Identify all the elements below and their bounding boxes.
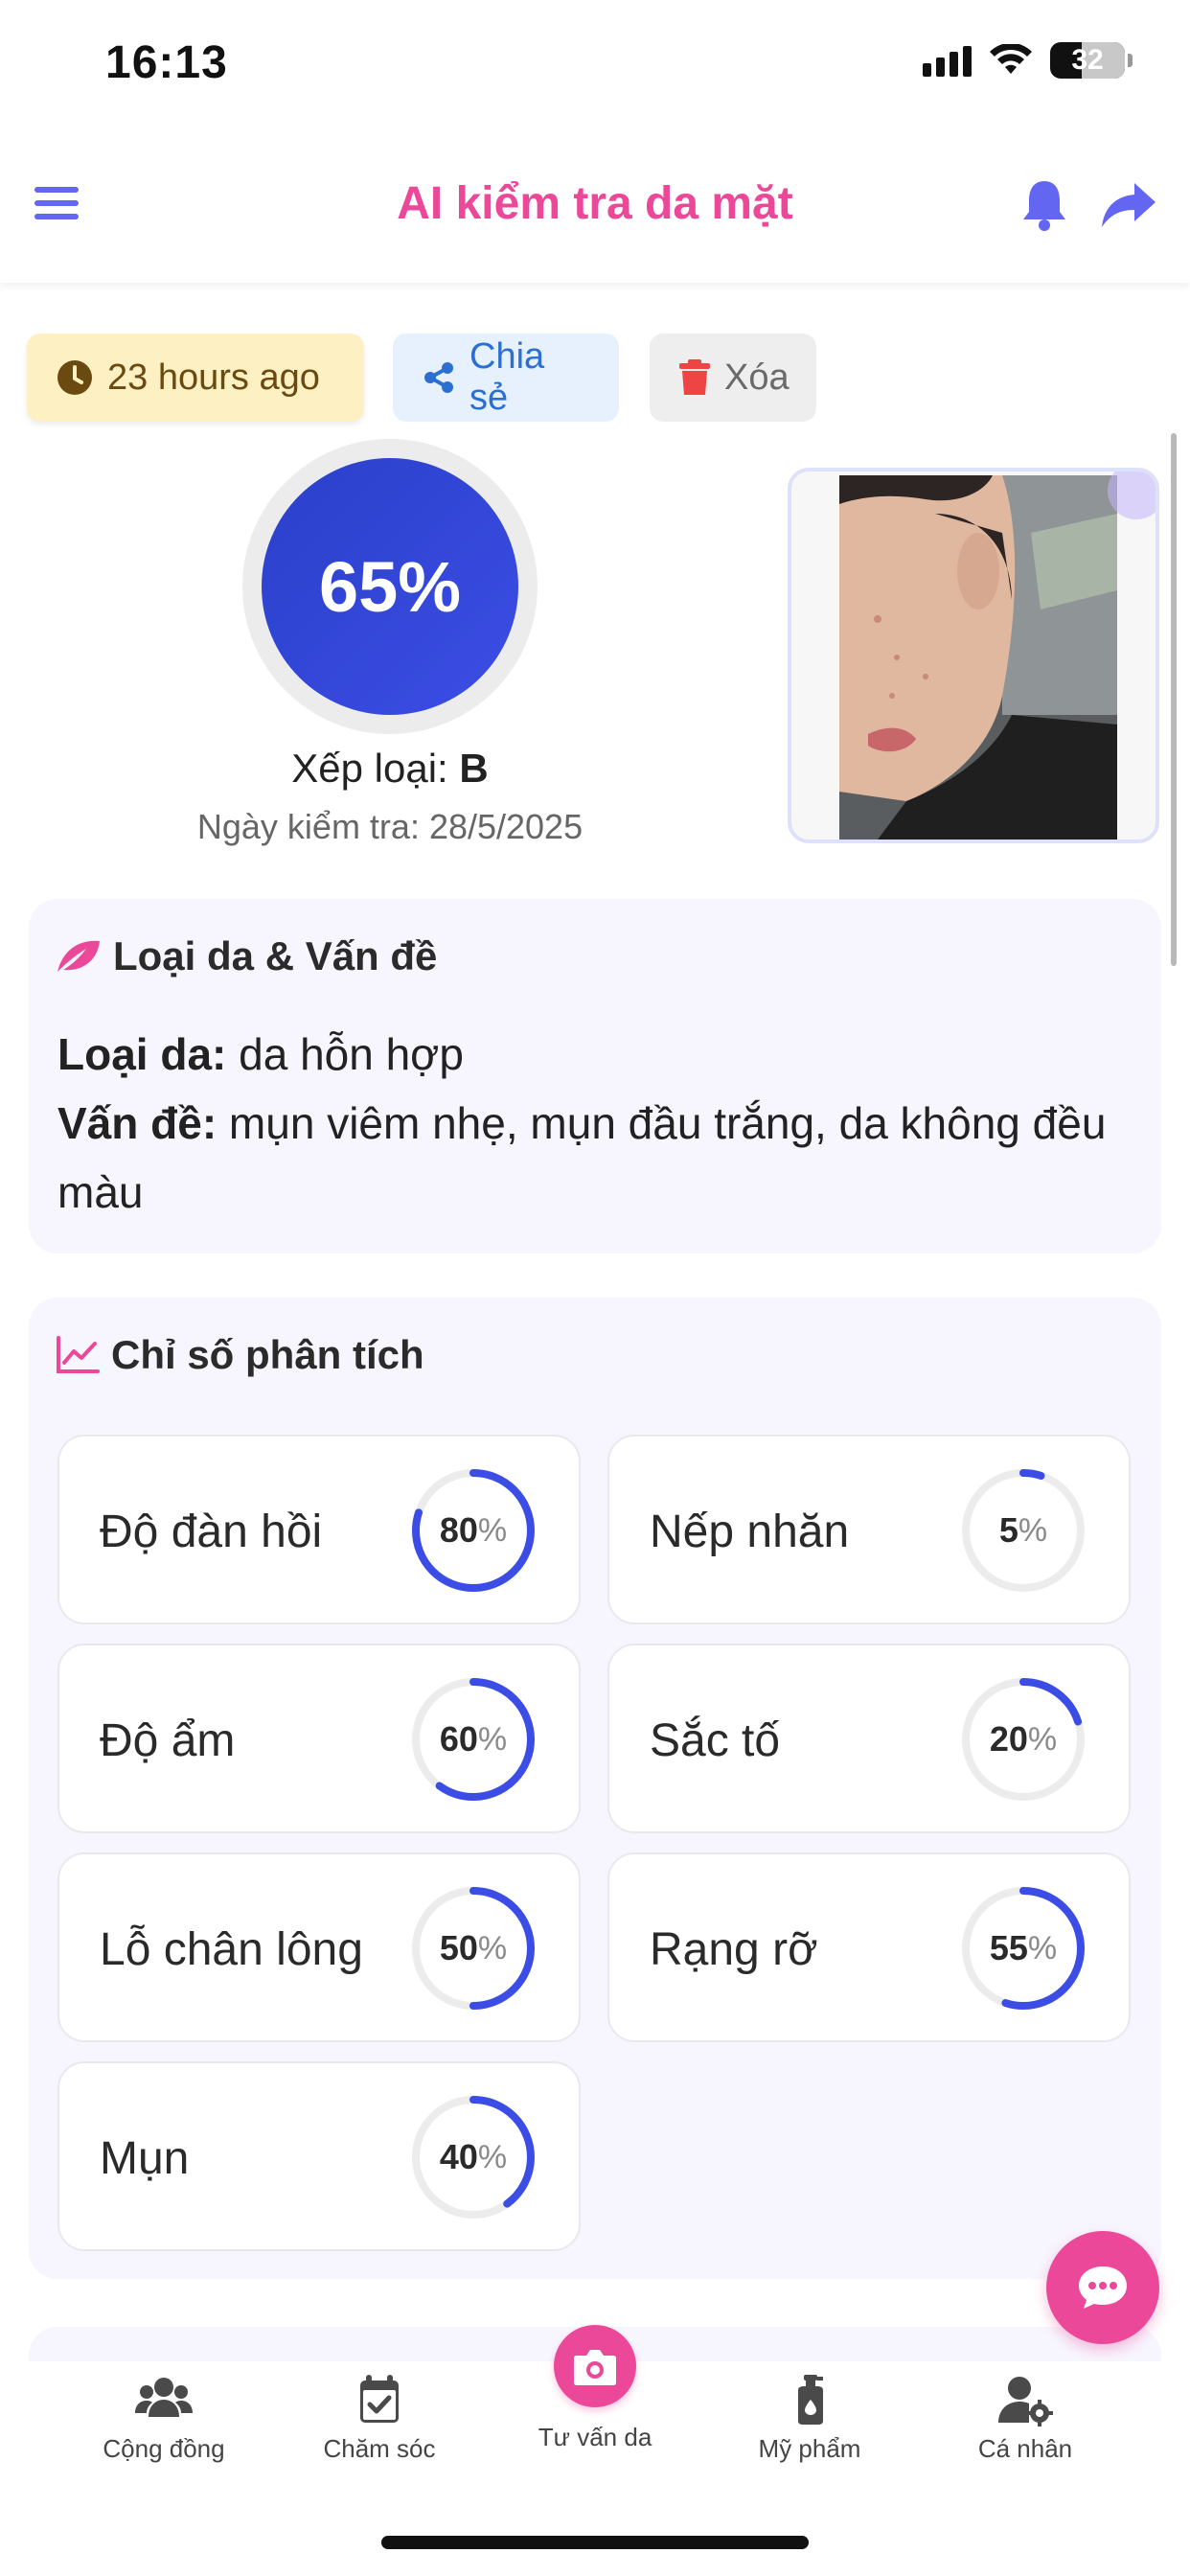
status-icons: 32 <box>923 42 1133 79</box>
metrics-title-text: Chỉ số phân tích <box>111 1332 424 1377</box>
skin-title-text: Loại da & Vấn đề <box>113 933 438 978</box>
chart-line-icon <box>57 1336 100 1373</box>
skin-advice-center-button[interactable] <box>554 2325 636 2407</box>
metric-label: Rạng rỡ <box>650 1923 818 1975</box>
nav-label: Cộng đồng <box>103 2434 225 2463</box>
share-arrow-icon[interactable] <box>1100 179 1157 231</box>
bell-icon[interactable] <box>1019 177 1069 233</box>
metric-value: 55% <box>989 1928 1058 1967</box>
metric-ring: 60% <box>408 1674 538 1805</box>
metric-label: Nếp nhăn <box>650 1506 850 1557</box>
calendar-check-icon <box>360 2375 399 2423</box>
metric-label: Mụn <box>100 2132 190 2184</box>
users-icon <box>135 2378 193 2417</box>
battery-icon: 32 <box>1050 42 1125 79</box>
nav-label: Cá nhân <box>977 2434 1073 2463</box>
skin-type-row: Loại da: da hỗn hợp <box>57 1020 1140 1089</box>
metric-tile: Độ đàn hồi 80% <box>57 1435 581 1624</box>
trash-icon <box>679 359 710 395</box>
metric-label: Độ ẩm <box>100 1714 236 1766</box>
time-ago-badge: 23 hours ago <box>27 334 364 422</box>
time-ago-label: 23 hours ago <box>107 356 320 398</box>
cellular-signal-icon <box>923 44 972 77</box>
metric-ring: 55% <box>958 1883 1088 2013</box>
nav-label: Tư vấn da <box>538 2423 652 2451</box>
metric-value: 20% <box>989 1719 1058 1759</box>
share-nodes-icon <box>424 362 453 393</box>
face-photo[interactable] <box>839 475 1117 840</box>
check-date: Ngày kiểm tra: 28/5/2025 <box>196 807 584 846</box>
metric-value: 5% <box>998 1510 1048 1550</box>
app-header: AI kiểm tra da mặt <box>0 129 1190 283</box>
metric-tile: Sắc tố 20% <box>607 1644 1131 1833</box>
metric-label: Độ đàn hồi <box>100 1506 323 1557</box>
nav-label: Chăm sóc <box>323 2434 436 2463</box>
delete-button[interactable]: Xóa <box>650 334 816 422</box>
metric-label: Sắc tố <box>650 1714 781 1766</box>
scrollbar[interactable] <box>1171 433 1177 966</box>
metric-tile: Rạng rỡ 55% <box>607 1852 1131 2042</box>
wifi-icon <box>990 44 1032 74</box>
bottle-icon <box>798 2375 823 2425</box>
metrics-card-title: Chỉ số phân tích <box>56 1332 424 1378</box>
battery-level: 32 <box>1071 44 1104 76</box>
share-label: Chia sẻ <box>469 336 545 418</box>
metric-value: 40% <box>439 2137 508 2176</box>
page-title: AI kiểm tra da mặt <box>397 178 793 229</box>
metric-tile: Lỗ chân lông 50% <box>57 1852 581 2042</box>
delete-label: Xóa <box>724 356 790 398</box>
skin-issues-label: Vấn đề: <box>57 1098 217 1148</box>
metric-value: 50% <box>439 1928 508 1967</box>
metric-value: 60% <box>439 1719 508 1759</box>
metric-ring: 40% <box>408 2092 538 2222</box>
skin-details: Loại da: da hỗn hợp Vấn đề: mụn viêm nhẹ… <box>57 1020 1140 1227</box>
metric-ring: 80% <box>408 1465 538 1596</box>
home-indicator <box>381 2536 809 2549</box>
leaf-icon <box>57 940 100 972</box>
metric-ring: 5% <box>958 1465 1088 1596</box>
metric-tile: Độ ẩm 60% <box>57 1644 581 1833</box>
skin-type-value: da hỗn hợp <box>226 1029 464 1079</box>
metric-label: Lỗ chân lông <box>100 1923 363 1975</box>
share-button[interactable]: Chia sẻ <box>393 334 619 422</box>
metrics-card: Chỉ số phân tích Độ đàn hồi 80% Nếp nhăn 5%… <box>29 1298 1161 2279</box>
skin-type-card: Loại da & Vấn đề Loại da: da hỗn hợp Vấn… <box>29 899 1161 1254</box>
skin-issues-row: Vấn đề: mụn viêm nhẹ, mụn đầu trắng, da … <box>57 1089 1140 1227</box>
chat-bubble-icon <box>1079 2266 1127 2309</box>
chat-fab-button[interactable] <box>1046 2231 1159 2344</box>
clock-icon <box>57 360 92 395</box>
face-photo-frame[interactable] <box>788 468 1159 843</box>
overall-score: 65% <box>262 458 518 715</box>
nav-label: Mỹ phẩm <box>758 2434 861 2463</box>
grade-prefix: Xếp loại: <box>291 746 460 791</box>
grade-value: B <box>459 746 489 791</box>
status-time: 16:13 <box>105 37 228 88</box>
metric-ring: 50% <box>408 1883 538 2013</box>
metric-tile: Nếp nhăn 5% <box>607 1435 1131 1624</box>
metric-tile: Mụn 40% <box>57 2061 581 2251</box>
skin-card-title: Loại da & Vấn đề <box>56 933 437 979</box>
user-gear-icon <box>998 2377 1053 2426</box>
camera-icon <box>574 2350 616 2385</box>
status-bar: 16:13 32 <box>0 0 1190 129</box>
metric-value: 80% <box>439 1510 508 1550</box>
metric-ring: 20% <box>958 1674 1088 1805</box>
grade-line: Xếp loại: B <box>0 746 780 792</box>
skin-type-label: Loại da: <box>57 1029 227 1079</box>
